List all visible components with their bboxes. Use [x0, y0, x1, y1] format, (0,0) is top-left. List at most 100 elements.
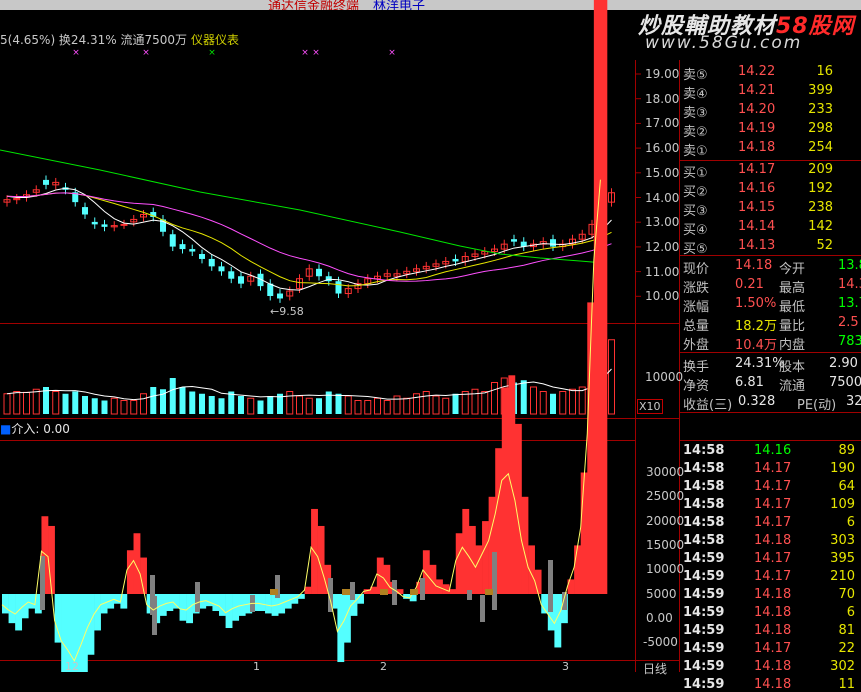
fundamental-value: 2.90 [829, 356, 858, 371]
indicator-bars [1, 0, 608, 672]
date-label: 3 [562, 660, 569, 673]
volume-bar [169, 378, 176, 414]
indicator-value: 介入: 0.00 [11, 422, 70, 436]
tick-volume: 190 [830, 461, 855, 476]
buy-level-volume: 209 [808, 162, 833, 177]
indicator-marker [270, 589, 278, 595]
indicator-spike [548, 560, 553, 612]
candle-body [82, 207, 88, 215]
candle-body [169, 234, 176, 247]
tick-time: 14:58 [683, 533, 725, 548]
volume-bar [461, 391, 469, 415]
indicator-bar [258, 594, 266, 612]
candle-body [199, 254, 205, 259]
fundamental-label: 流通 [779, 379, 806, 394]
fundamental-label: PE(动) [797, 398, 837, 413]
tick-volume: 303 [830, 533, 855, 548]
indicator-bar [28, 594, 36, 609]
quote-label: 涨幅 [683, 300, 710, 315]
volume-bar [52, 391, 60, 415]
sell-level-row[interactable]: 卖⑤ 14.22 16 [681, 64, 861, 83]
buy-level-row[interactable]: 买⑤ 14.13 52 [681, 238, 861, 257]
candle-body [277, 293, 283, 299]
indicator-spike [492, 552, 497, 610]
candle-body [550, 239, 556, 247]
tick-price: 14.16 [754, 443, 792, 458]
volume-bar [316, 398, 322, 414]
indicator-bar [15, 594, 23, 631]
buy-level-label: 买③ [683, 204, 708, 219]
signal-marker-icon: × [72, 48, 80, 58]
buy-level-row[interactable]: 买② 14.16 192 [681, 181, 861, 200]
price-tick-label: 17.00 [645, 116, 680, 131]
volume-bar [422, 391, 430, 415]
indicator-tick-label: 20000 [646, 513, 685, 528]
candle-body [335, 281, 342, 294]
volume-bar [344, 395, 352, 415]
indicator-bar [113, 594, 121, 604]
tick-price: 14.17 [754, 569, 792, 584]
candle-body [316, 268, 322, 277]
sell-level-label: 卖④ [683, 87, 708, 102]
tick-price: 14.17 [754, 461, 792, 476]
fundamental-value: 32 [846, 394, 861, 409]
indicator-bar [126, 550, 134, 594]
indicator-bar [455, 533, 463, 594]
quote-value: 2.5 [838, 315, 859, 330]
indicator-bar [205, 594, 213, 607]
volume-bar [218, 398, 225, 414]
indicator-bar [179, 594, 187, 621]
indicator-bar [600, 0, 608, 594]
tick-volume: 81 [838, 623, 855, 638]
sell-level-price: 14.19 [738, 121, 776, 136]
sell-level-label: 卖① [683, 144, 708, 159]
volume-bar [354, 400, 362, 415]
quote-value: 18.2万 [735, 319, 777, 334]
indicator-marker [485, 589, 493, 595]
quote-label: 现价 [683, 262, 710, 277]
indicator-spike [152, 596, 157, 635]
volume-bar [569, 388, 576, 415]
quote-value: 13.8 [838, 258, 861, 273]
quote-label: 今开 [779, 262, 806, 277]
volume-bar [32, 388, 40, 415]
buy-level-row[interactable]: 买③ 14.15 238 [681, 200, 861, 219]
fundamental-label: 换手 [683, 360, 710, 375]
indicator-bar [501, 387, 509, 594]
indicator-bar [475, 545, 483, 594]
sell-level-row[interactable]: 卖① 14.18 254 [681, 140, 861, 159]
tick-volume: 109 [830, 497, 855, 512]
tick-price: 14.17 [754, 515, 792, 530]
indicator-marker [380, 589, 388, 595]
tick-time: 14:59 [683, 677, 725, 692]
quote-value: 0.21 [735, 277, 764, 292]
quote-label: 涨跌 [683, 281, 710, 296]
volume-unit-box[interactable]: X10 [637, 399, 663, 414]
tick-time: 14:58 [683, 515, 725, 530]
volume-bar [286, 391, 294, 415]
fundamental-label: 收益(三) [683, 398, 733, 413]
period-label[interactable]: 日线 [643, 660, 667, 677]
indicator-spike [467, 590, 472, 600]
buy-level-row[interactable]: 买④ 14.14 142 [681, 219, 861, 238]
price-tick-label: 16.00 [645, 141, 680, 156]
indicator-tick-label: 30000 [646, 465, 685, 479]
indicator-bar [265, 594, 272, 614]
indicator-bar [212, 594, 220, 612]
sell-level-row[interactable]: 卖③ 14.20 233 [681, 102, 861, 121]
buy-level-row[interactable]: 买① 14.17 209 [681, 162, 861, 181]
indicator-bar [8, 594, 16, 624]
buy-level-volume: 238 [808, 200, 833, 215]
sell-level-row[interactable]: 卖② 14.19 298 [681, 121, 861, 140]
sell-level-row[interactable]: 卖④ 14.21 399 [681, 83, 861, 102]
candle-body [218, 266, 225, 272]
quote-label: 量比 [779, 319, 806, 334]
volume-bar [374, 397, 381, 415]
tick-volume: 210 [830, 569, 855, 584]
volume-bar [442, 397, 450, 415]
candle-body [228, 271, 235, 279]
sell-level-label: 卖③ [683, 106, 708, 121]
tick-volume: 70 [838, 587, 855, 602]
ma60-line [0, 149, 605, 264]
buy-level-price: 14.16 [738, 181, 776, 196]
